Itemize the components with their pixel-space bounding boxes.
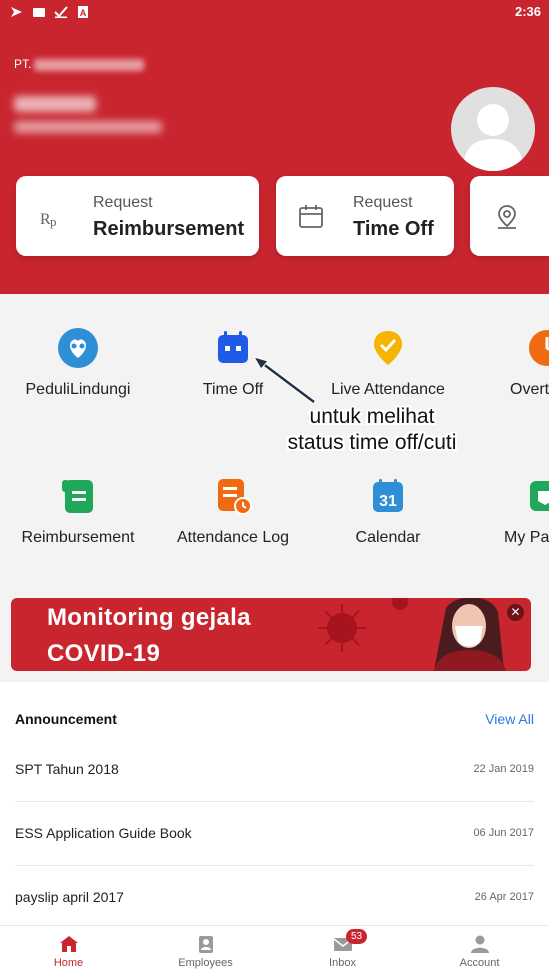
menu-calendar[interactable]: 31 Calendar xyxy=(313,475,463,547)
announcement-name: ESS Application Guide Book xyxy=(15,825,192,841)
nav-label: Employees xyxy=(178,957,233,969)
menu-label: Reimbursement xyxy=(21,529,135,546)
virus-illustration-icon xyxy=(318,598,506,671)
bottom-navigation: Home Employees 53 Inbox Account xyxy=(0,925,549,977)
nav-inbox[interactable]: 53 Inbox xyxy=(274,926,411,977)
avatar[interactable] xyxy=(451,87,535,171)
company-name-redacted xyxy=(34,58,145,71)
app-notification-icon xyxy=(11,7,22,17)
announcement-date: 06 Jun 2017 xyxy=(473,827,534,839)
company-prefix: PT. xyxy=(14,57,32,71)
menu-live-attendance[interactable]: Live Attendance xyxy=(313,327,463,399)
live-attendance-icon xyxy=(374,331,402,365)
banner-title-line-1: Monitoring gejala xyxy=(47,604,251,631)
user-role-redacted xyxy=(14,121,162,133)
view-all-link[interactable]: View All xyxy=(485,711,534,727)
banner-title-line-2: COVID-19 xyxy=(47,640,161,667)
nav-home[interactable]: Home xyxy=(0,926,137,977)
annotation-text: untuk melihat status time off/cuti xyxy=(272,404,472,456)
menu-label: Calendar xyxy=(355,529,421,546)
announcement-item[interactable]: payslip april 2017 26 Apr 2017 xyxy=(15,866,534,929)
announcement-date: 22 Jan 2019 xyxy=(473,763,534,775)
employees-icon xyxy=(198,936,213,953)
request-time-off-card[interactable]: Request Time Off xyxy=(276,176,454,256)
request-reimbursement-card[interactable]: R p Request Reimbursement xyxy=(16,176,259,256)
person-silhouette-icon xyxy=(463,104,523,171)
menu-label: Live Attendance xyxy=(331,381,445,398)
app-a-icon: A xyxy=(78,6,88,18)
overtime-icon xyxy=(529,330,549,366)
nav-label: Home xyxy=(53,957,84,969)
account-icon xyxy=(470,935,489,953)
menu-reimbursement[interactable]: Reimbursement xyxy=(3,475,153,547)
menu-label: PeduliLindungi xyxy=(25,381,131,398)
rp-icon: R p xyxy=(40,211,57,229)
menu-peduli-lindungi[interactable]: PeduliLindungi xyxy=(3,327,153,399)
attendance-log-icon xyxy=(218,479,252,515)
home-icon xyxy=(59,936,78,952)
message-icon xyxy=(33,8,45,17)
clock: 2:36 xyxy=(514,4,541,19)
nav-employees[interactable]: Employees xyxy=(137,926,274,977)
nav-label: Inbox xyxy=(329,957,356,969)
announcement-name: SPT Tahun 2018 xyxy=(15,761,119,777)
announcement-date: 26 Apr 2017 xyxy=(474,891,534,903)
nav-label: Account xyxy=(459,957,500,969)
banner-close-icon[interactable]: ✕ xyxy=(507,604,524,621)
card-title: Reimbursement xyxy=(93,218,245,240)
menu-label: Overt xyxy=(510,381,549,398)
menu-label: My Pa xyxy=(504,529,549,546)
checklist-icon xyxy=(54,6,68,18)
annotation-line-2: status time off/cuti xyxy=(287,431,457,454)
covid-monitoring-banner[interactable]: Monitoring gejala COVID-19 ✕ xyxy=(11,598,531,671)
my-payslip-icon xyxy=(530,481,549,511)
card-subtitle: Request xyxy=(93,194,153,211)
svg-text:p: p xyxy=(50,214,57,229)
card-title: Time Off xyxy=(353,218,434,240)
attendance-card[interactable] xyxy=(470,176,549,256)
calendar-icon xyxy=(299,205,323,228)
company-name: PT. xyxy=(14,57,145,71)
menu-attendance-log[interactable]: Attendance Log xyxy=(158,475,308,547)
peduli-lindungi-icon xyxy=(58,328,98,368)
menu-overtime[interactable]: Overt xyxy=(468,327,549,399)
svg-text:A: A xyxy=(80,8,87,18)
announcement-title: Announcement xyxy=(15,711,117,727)
nav-account[interactable]: Account xyxy=(411,926,548,977)
inbox-badge: 53 xyxy=(346,929,368,944)
reimbursement-icon xyxy=(62,480,93,513)
announcement-name: payslip april 2017 xyxy=(15,889,124,905)
user-name-redacted xyxy=(14,96,96,112)
announcement-section: Announcement View All SPT Tahun 2018 22 … xyxy=(0,682,549,925)
calendar-day-number: 31 xyxy=(379,493,397,510)
annotation-line-1: untuk melihat xyxy=(309,405,435,428)
announcement-item[interactable]: SPT Tahun 2018 22 Jan 2019 xyxy=(15,738,534,802)
annotation-arrow-icon xyxy=(252,356,316,404)
menu-label: Attendance Log xyxy=(176,529,290,546)
menu-my-payslip[interactable]: My Pa xyxy=(468,475,549,547)
card-subtitle: Request xyxy=(353,194,413,211)
announcement-item[interactable]: ESS Application Guide Book 06 Jun 2017 xyxy=(15,802,534,866)
location-pin-icon xyxy=(498,205,516,229)
person-with-mask-illustration-icon xyxy=(434,598,506,671)
calendar-31-icon: 31 xyxy=(373,479,403,512)
status-bar: A 2:36 xyxy=(0,0,549,24)
